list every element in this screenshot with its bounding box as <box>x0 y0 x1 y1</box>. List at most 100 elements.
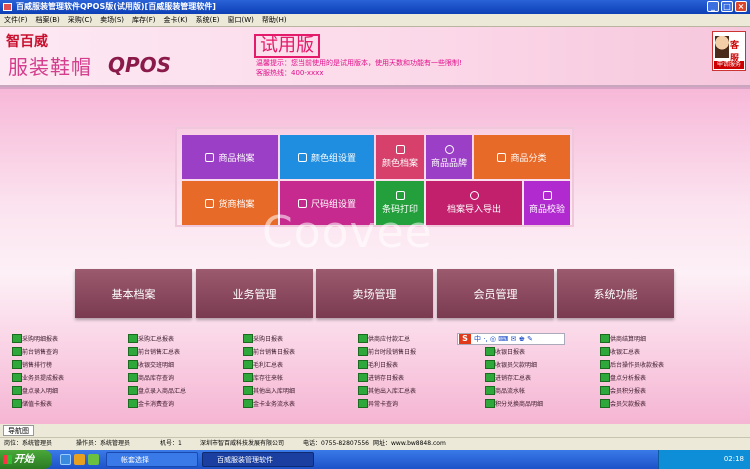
menu-stock[interactable]: 库存(F) <box>128 14 160 27</box>
module-basic-archive[interactable]: 基本档案 <box>75 269 192 318</box>
task-main-app[interactable]: 百威服装管理软件 <box>202 452 314 467</box>
report-link[interactable]: 业务员提成报表 <box>12 373 64 382</box>
report-link[interactable]: 采购明细报表 <box>12 334 58 343</box>
product-logo: 服装鞋帽 <box>8 55 92 79</box>
report-link[interactable]: 商品流水帐 <box>485 386 525 395</box>
clock: 02:18 <box>723 455 744 463</box>
menu-purchase[interactable]: 采购(C) <box>64 14 96 27</box>
report-link[interactable]: 收银交班明细 <box>128 360 174 369</box>
tile-label: 商品分类 <box>510 153 547 164</box>
report-link[interactable]: 其他出入库汇总表 <box>358 386 416 395</box>
report-link[interactable]: 收银日报表 <box>485 347 525 356</box>
report-link[interactable]: 盘点分析报表 <box>600 373 646 382</box>
location-pin-icon <box>444 145 454 154</box>
module-member[interactable]: 会员管理 <box>437 269 554 318</box>
hierarchy-icon <box>297 152 307 162</box>
report-link[interactable]: 盘点录入明细 <box>12 386 58 395</box>
tile-product-verify[interactable]: 商品校验 <box>524 181 570 225</box>
report-link[interactable]: 毛利汇总表 <box>243 360 283 369</box>
minimize-button[interactable]: _ <box>707 1 719 12</box>
report-link[interactable]: 其他出入库明细 <box>243 386 295 395</box>
input-method-bar[interactable]: S 中 ·, ◎ ⌨ ✉ ♚ ✎ <box>457 333 565 345</box>
tile-label: 货商档案 <box>218 199 255 210</box>
report-link[interactable]: 储值卡报表 <box>12 399 52 408</box>
report-link[interactable]: 库存往来帐 <box>243 373 283 382</box>
qpos-logo: QPOS <box>108 53 172 77</box>
menu-window[interactable]: 窗口(W) <box>223 14 257 27</box>
status-bar: 导航图 岗位：系统管理员 操作员：系统管理员 机号：1 深圳市智百威科技发展有限… <box>0 424 750 450</box>
report-link[interactable]: 采购汇总报表 <box>128 334 174 343</box>
status-post: 岗位：系统管理员 <box>4 440 53 447</box>
tile-import-export[interactable]: 档案导入导出 <box>426 181 522 225</box>
report-link[interactable]: 收银汇总表 <box>600 347 640 356</box>
report-link[interactable]: 进销存汇总表 <box>485 373 531 382</box>
report-links: 采购明细报表 前台销售查询 销售排行榜业务员提成报表 盘点录入明细 储值卡报表 采购汇总报… <box>0 327 750 424</box>
report-link[interactable]: 后台操作员收款报表 <box>600 360 664 369</box>
start-button[interactable]: 开始 <box>0 450 52 469</box>
lock-icon <box>395 191 405 200</box>
window-title: 百威服装管理软件QPOS版(试用版)[百威服装管理软件] <box>16 2 216 11</box>
agent-avatar <box>715 36 729 58</box>
home-icon <box>395 145 405 154</box>
nav-tab[interactable]: 导航图 <box>3 425 34 436</box>
tile-color-archive[interactable]: 颜色档案 <box>376 135 424 179</box>
report-link[interactable]: 积分兑换商品明细 <box>485 399 543 408</box>
app-icon[interactable] <box>88 454 99 465</box>
hotline-tip: 客服热线：400-xxxx <box>256 69 324 77</box>
ie-icon[interactable] <box>60 454 71 465</box>
report-link[interactable]: 进销存日报表 <box>358 373 404 382</box>
tile-product-brand[interactable]: 商品品牌 <box>426 135 472 179</box>
status-site: 网址：www.bw8848.com <box>373 440 446 447</box>
tile-color-group[interactable]: 颜色组设置 <box>280 135 374 179</box>
report-link[interactable]: 会员积分报表 <box>600 386 646 395</box>
box-icon <box>205 198 215 208</box>
status-phone: 电话：0755-82807556 <box>303 440 369 447</box>
module-system[interactable]: 系统功能 <box>557 269 674 318</box>
report-link[interactable]: 金卡消费查询 <box>128 399 174 408</box>
task-account-select[interactable]: 帐套选择 <box>106 452 198 467</box>
menu-card[interactable]: 金卡(K) <box>160 14 192 27</box>
status-operator: 操作员：系统管理员 <box>76 440 131 447</box>
customer-service-card[interactable]: 客服 申请服务 <box>712 31 746 71</box>
close-button[interactable]: × <box>735 1 747 12</box>
report-link[interactable]: 异常卡查询 <box>358 399 398 408</box>
report-link[interactable]: 会员欠款报表 <box>600 399 646 408</box>
menu-help[interactable]: 帮助(H) <box>258 14 291 27</box>
report-link[interactable]: 供商结算明细 <box>600 334 646 343</box>
tile-label: 档案导入导出 <box>446 205 501 215</box>
report-link[interactable]: 金卡业务流水表 <box>243 399 295 408</box>
title-bar: 百威服装管理软件QPOS版(试用版)[百威服装管理软件] _ □ × <box>0 0 750 14</box>
module-business[interactable]: 业务管理 <box>196 269 313 318</box>
report-link[interactable]: 毛利日报表 <box>358 360 398 369</box>
trial-badge: 试用版 <box>254 34 320 58</box>
report-link[interactable]: 前台销售日报表 <box>243 347 295 356</box>
report-link[interactable]: 前台销售汇总表 <box>128 347 180 356</box>
report-link[interactable]: 商品库存查询 <box>128 373 174 382</box>
menu-sales[interactable]: 卖场(S) <box>96 14 128 27</box>
share-icon <box>542 191 552 200</box>
header-banner: 智百威 服装鞋帽 QPOS 试用版 温馨提示：您当前使用的是试用版本，使用天数和… <box>0 27 750 87</box>
menu-archive[interactable]: 档案(B) <box>32 14 64 27</box>
menu-file[interactable]: 文件(F) <box>0 14 32 27</box>
report-link[interactable]: 盘点录入商品汇总 <box>128 386 186 395</box>
maximize-button[interactable]: □ <box>721 1 733 12</box>
system-tray: 02:18 <box>658 450 750 469</box>
report-link[interactable]: 收银员欠款明细 <box>485 360 537 369</box>
tile-product-archive[interactable]: 商品档案 <box>182 135 278 179</box>
folder-icon[interactable] <box>74 454 85 465</box>
folder-icon <box>497 152 507 162</box>
ime-toolbar-icons: 中 ·, ◎ ⌨ ✉ ♚ ✎ <box>474 335 534 343</box>
menu-system[interactable]: 系统(E) <box>192 14 224 27</box>
module-store[interactable]: 卖场管理 <box>316 269 433 318</box>
report-link[interactable]: 前台销售查询 <box>12 347 58 356</box>
report-link[interactable]: 前台时段销售日报 <box>358 347 416 356</box>
watermark: Coovee <box>262 207 433 258</box>
refresh-icon <box>469 191 479 200</box>
report-link[interactable]: 销售排行榜 <box>12 360 52 369</box>
tile-product-category[interactable]: 商品分类 <box>474 135 570 179</box>
apply-service-button[interactable]: 申请服务 <box>714 61 744 69</box>
brand-logo: 智百威 <box>6 34 48 50</box>
report-link[interactable]: 采购日报表 <box>243 334 283 343</box>
app-icon <box>3 3 12 11</box>
report-link[interactable]: 供商应付款汇总 <box>358 334 410 343</box>
